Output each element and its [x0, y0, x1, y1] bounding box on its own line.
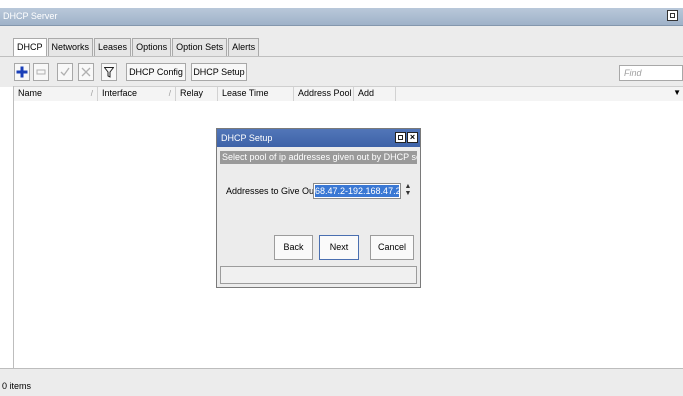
column-relay[interactable]: Relay	[176, 87, 218, 101]
columns-dropdown-icon[interactable]: ▼	[673, 88, 681, 97]
column-interface-label: Interface	[102, 88, 138, 98]
filter-button[interactable]	[101, 63, 117, 81]
add-button[interactable]	[14, 63, 30, 81]
enable-button[interactable]	[57, 63, 73, 81]
column-name[interactable]: Name /	[14, 87, 98, 101]
back-button[interactable]: Back	[274, 235, 313, 260]
dialog-title: DHCP Setup	[221, 133, 273, 143]
window-title: DHCP Server	[3, 11, 58, 21]
column-interface[interactable]: Interface /	[98, 87, 176, 101]
dialog-close-icon[interactable]: ×	[407, 132, 418, 143]
addresses-label: Addresses to Give Out:	[226, 186, 320, 196]
addresses-value: 68.47.2-192.168.47.254	[315, 185, 399, 197]
tab-leases[interactable]: Leases	[94, 38, 132, 56]
table-header: Name / Interface / Relay Lease Time Addres…	[14, 86, 683, 111]
addresses-spinner-icon[interactable]: ▲ ▼	[404, 183, 412, 199]
window-titlebar: DHCP Server	[0, 8, 683, 26]
column-name-label: Name	[18, 88, 43, 98]
remove-button[interactable]	[33, 63, 49, 81]
cross-icon	[81, 67, 91, 77]
column-lease-time[interactable]: Lease Time	[218, 87, 294, 101]
status-bar: 0 items	[0, 368, 683, 396]
dialog-titlebar[interactable]: DHCP Setup ×	[217, 129, 420, 147]
minus-icon	[36, 69, 46, 75]
dhcp-config-button[interactable]: DHCP Config	[126, 63, 186, 81]
plus-icon	[16, 66, 28, 78]
cancel-button[interactable]: Cancel	[370, 235, 414, 260]
filter-icon	[103, 67, 115, 78]
dhcp-setup-dialog: DHCP Setup × Select pool of ip addresses…	[216, 128, 421, 288]
dialog-status-field	[220, 266, 417, 284]
tab-alerts[interactable]: Alerts	[228, 38, 260, 56]
column-address-pool[interactable]: Address Pool	[294, 87, 354, 101]
column-add-arp[interactable]: Add AR...	[354, 87, 396, 111]
item-count: 0 items	[2, 381, 32, 391]
tab-option-sets[interactable]: Option Sets	[172, 38, 228, 56]
tab-bar: DHCP Networks Leases Options Option Sets…	[0, 26, 683, 57]
tab-dhcp[interactable]: DHCP	[13, 38, 47, 57]
dialog-description: Select pool of ip addresses given out by…	[220, 151, 417, 164]
disable-button[interactable]	[78, 63, 94, 81]
dialog-maximize-icon[interactable]	[395, 132, 406, 143]
check-icon	[60, 67, 70, 77]
addresses-input[interactable]: 68.47.2-192.168.47.254	[313, 183, 401, 199]
next-button[interactable]: Next	[319, 235, 359, 260]
find-input[interactable]: Find	[619, 65, 683, 81]
dhcp-setup-button[interactable]: DHCP Setup	[191, 63, 247, 81]
maximize-icon[interactable]	[667, 10, 678, 21]
toolbar: DHCP Config DHCP Setup Find	[0, 56, 683, 87]
tab-options[interactable]: Options	[132, 38, 172, 56]
tab-networks[interactable]: Networks	[47, 38, 94, 56]
